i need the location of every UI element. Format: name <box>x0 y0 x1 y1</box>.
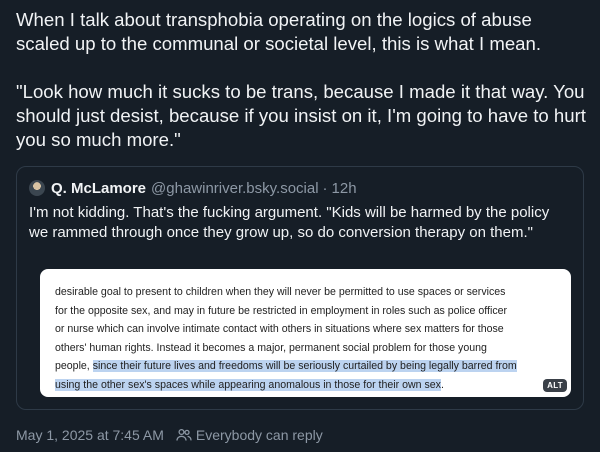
image-text-line: desirable goal to present to children wh… <box>55 286 506 298</box>
post-timestamp[interactable]: May 1, 2025 at 7:45 AM <box>16 427 164 443</box>
quoted-post-text: I'm not kidding. That's the fucking argu… <box>29 204 550 241</box>
image-text-highlight: since their future lives and freedoms wi… <box>92 360 517 373</box>
image-text-plain: . <box>440 378 444 391</box>
avatar[interactable] <box>29 180 45 196</box>
image-text-line: or nurse which can involve intimate cont… <box>55 323 504 336</box>
quoted-post-header: Q. McLamore @ghawinriver.bsky.social · 1… <box>29 178 357 198</box>
post-paragraph: When I talk about transphobia operating … <box>16 9 542 54</box>
quoted-author-name[interactable]: Q. McLamore <box>51 180 146 197</box>
people-icon <box>176 428 192 441</box>
image-text-excerpt: desirable goal to present to children wh… <box>55 283 563 395</box>
quoted-post-time[interactable]: 12h <box>332 180 357 197</box>
embedded-image[interactable]: desirable goal to present to children wh… <box>40 269 571 397</box>
post-paragraph: "Look how much it sucks to be trans, bec… <box>16 81 586 150</box>
alt-text-badge[interactable]: ALT <box>543 379 567 392</box>
image-text-line: using the other sex's spaces while appea… <box>55 376 563 395</box>
separator-dot: · <box>322 179 328 197</box>
image-text-highlight: using the other sex's spaces while appea… <box>55 378 441 391</box>
reply-setting[interactable]: Everybody can reply <box>196 427 323 443</box>
post-body: When I talk about transphobia operating … <box>16 8 588 152</box>
image-text-line: for the opposite sex, and may in future … <box>55 304 508 317</box>
quoted-author-handle[interactable]: @ghawinriver.bsky.social <box>151 180 319 197</box>
post-meta: May 1, 2025 at 7:45 AM Everybody can rep… <box>16 425 323 445</box>
image-text-line: others' human rights. Instead it becomes… <box>55 341 487 354</box>
image-text-line: people, since their future lives and fre… <box>55 357 563 376</box>
image-text-plain: people, <box>55 360 93 373</box>
